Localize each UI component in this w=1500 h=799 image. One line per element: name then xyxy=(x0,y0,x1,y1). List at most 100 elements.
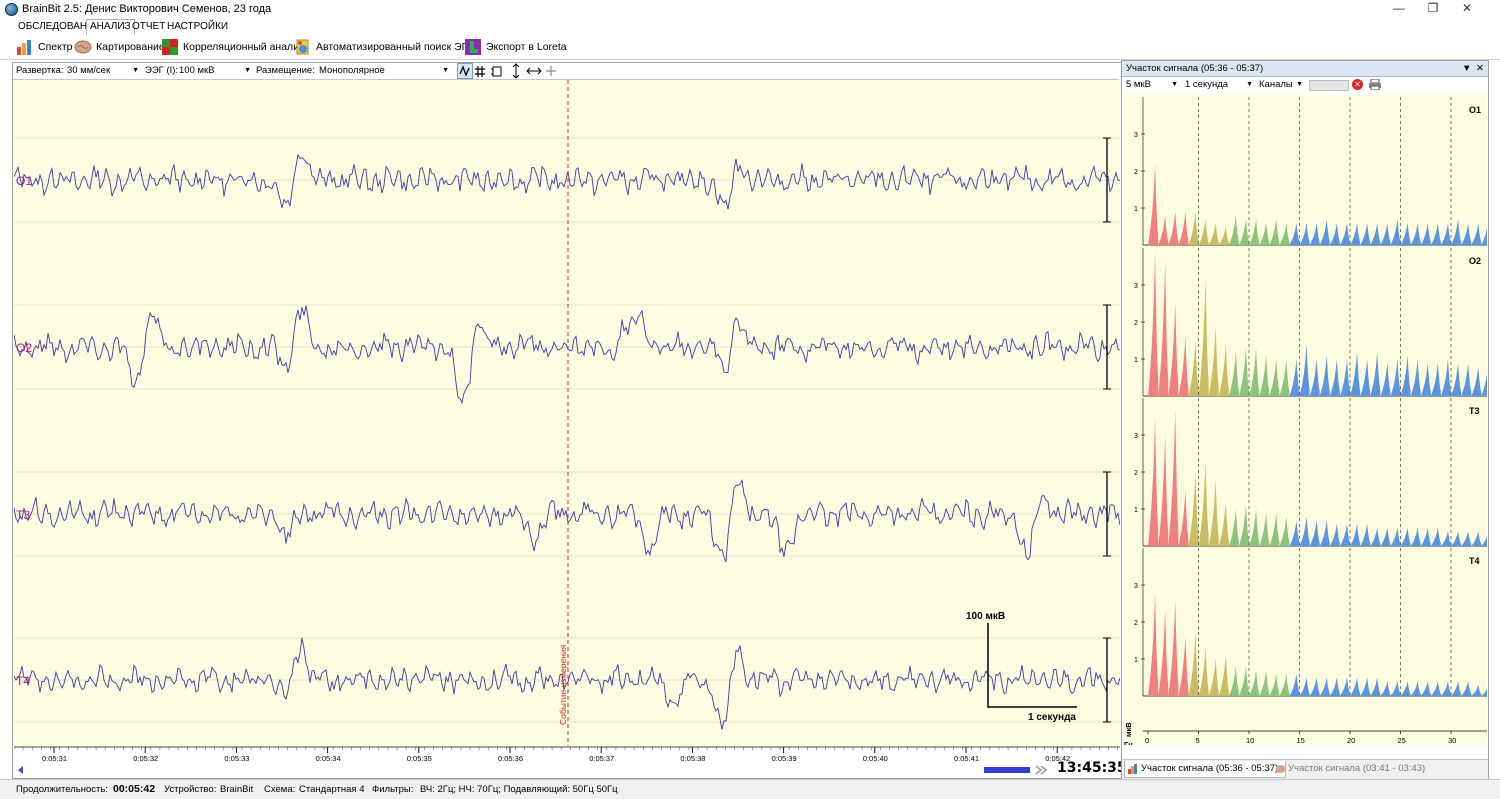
spectrum-peak-T3 xyxy=(1309,520,1320,546)
spectrum-button[interactable]: Спектр xyxy=(16,37,72,57)
app-logo-icon xyxy=(5,3,18,16)
spectrum-peak-T4 xyxy=(1158,610,1169,696)
spectrum-peak-T3 xyxy=(1440,531,1451,546)
spectrum-peak-T3 xyxy=(1188,472,1199,546)
spectrum-peak-T3 xyxy=(1430,527,1441,546)
spectrum-peak-O2 xyxy=(1208,325,1219,396)
spectrum-peak-T4 xyxy=(1228,666,1239,696)
spectrum-peak-T3 xyxy=(1178,490,1189,546)
vertical-resize-icon[interactable] xyxy=(511,63,521,79)
spectrum-peak-O2 xyxy=(1471,366,1482,396)
spectrum-panel-title: Участок сигнала (05:36 - 05:37) xyxy=(1126,63,1264,74)
spectrum-peak-T3 xyxy=(1319,520,1330,546)
event-label: Событие измерения xyxy=(558,644,568,725)
horizontal-resize-icon[interactable] xyxy=(525,63,541,79)
spectrum-y-tick: 1 xyxy=(1134,206,1138,213)
spectrum-peak-O1 xyxy=(1208,222,1219,245)
chevron-down-icon: ▼ xyxy=(1171,81,1178,88)
spectrum-amplitude-select[interactable]: 5 мкВ ▼ xyxy=(1126,78,1178,91)
duration-label: Продолжительность: xyxy=(16,784,108,795)
epi-search-button[interactable]: Автоматизированный поиск ЭПИ xyxy=(294,37,477,57)
time-tick-label: 0:05:41 xyxy=(954,754,979,763)
grid-icon[interactable] xyxy=(476,63,490,79)
spectrum-peak-T4 xyxy=(1390,681,1401,696)
horizontal-scrollbar[interactable] xyxy=(14,764,1120,776)
eeg-label: ЭЭГ (I): xyxy=(145,65,179,76)
spectrum-peak-T3 xyxy=(1400,527,1411,546)
spectrum-peak-O1 xyxy=(1238,219,1249,245)
spectrum-peak-O2 xyxy=(1228,351,1239,396)
menu-settings[interactable]: НАСТРОЙКИ xyxy=(163,19,232,35)
close-icon[interactable]: ✕ xyxy=(1450,0,1484,18)
eeg-sensitivity-select[interactable]: 100 мкВ ▼ xyxy=(179,64,251,77)
toolbar: Спектр Картирование Корреляционный анали… xyxy=(0,35,1500,60)
spectrum-peak-T4 xyxy=(1481,684,1492,696)
spectrum-peak-T4 xyxy=(1269,673,1280,696)
spectrum-peak-O2 xyxy=(1461,362,1472,396)
window-title: BrainBit 2.5: Денис Викторович Семенов, … xyxy=(22,3,272,15)
spectrum-peak-O1 xyxy=(1420,222,1431,245)
channels-select[interactable]: Каналы ▼ xyxy=(1259,78,1303,91)
time-tick-label: 0:05:36 xyxy=(498,754,523,763)
spectrum-peak-T4 xyxy=(1148,592,1159,696)
spectrum-peak-T3 xyxy=(1329,523,1340,546)
restore-icon[interactable]: ❐ xyxy=(1416,0,1450,18)
time-tick-label: 0:05:32 xyxy=(133,754,158,763)
spectrum-peak-O1 xyxy=(1168,211,1179,245)
chevron-down-icon: ▼ xyxy=(132,67,139,74)
spectrum-peak-O1 xyxy=(1481,219,1492,245)
spectrum-peak-O1 xyxy=(1370,222,1381,245)
scale-bracket xyxy=(987,623,1077,708)
chevron-down-icon: ▼ xyxy=(244,67,251,74)
spectrum-chart[interactable]: 123O1123O2123T3123T4051015202530мкВГцδθα… xyxy=(1123,95,1492,758)
spectrum-peak-T3 xyxy=(1269,512,1280,546)
spectrum-peak-T3 xyxy=(1279,516,1290,546)
spectrum-peak-O2 xyxy=(1238,347,1249,396)
spectrum-peak-O2 xyxy=(1249,347,1260,396)
mapping-button[interactable]: Картирование xyxy=(74,37,165,57)
channel-label-O1: O1 xyxy=(16,174,32,188)
spectrum-window-select[interactable]: 1 секунда ▼ xyxy=(1185,78,1253,91)
spectrum-peak-T4 xyxy=(1430,681,1441,696)
frame-icon[interactable] xyxy=(491,63,505,79)
spectrum-peak-O2 xyxy=(1350,351,1361,396)
fast-forward-icon[interactable] xyxy=(1034,764,1048,776)
spectrum-peak-T4 xyxy=(1188,633,1199,696)
time-tick-label: 0:05:35 xyxy=(407,754,432,763)
spectrum-peak-O1 xyxy=(1218,226,1229,245)
tab-segment-1[interactable]: Участок сигнала (05:36 - 05:37) xyxy=(1124,761,1286,778)
minimize-icon[interactable]: — xyxy=(1382,0,1416,18)
spectrum-peak-T4 xyxy=(1420,681,1431,696)
spectrum-peak-T3 xyxy=(1451,531,1462,546)
waveform-mode-icon[interactable] xyxy=(458,63,474,79)
spectrum-panel: Участок сигнала (05:36 - 05:37) ▼ ✕ 5 мк… xyxy=(1121,60,1492,779)
loreta-export-button[interactable]: Экспорт в Loreta xyxy=(464,37,567,57)
spectrum-peak-O1 xyxy=(1360,222,1371,245)
brain-icon xyxy=(1275,764,1286,774)
spectrum-peak-O2 xyxy=(1481,362,1492,396)
spectrum-x-tick: 20 xyxy=(1347,736,1355,745)
spectrum-peak-O1 xyxy=(1188,211,1199,245)
spectrum-peak-O1 xyxy=(1299,222,1310,245)
spectrum-peak-O1 xyxy=(1279,222,1290,245)
spectrum-peak-T3 xyxy=(1238,505,1249,546)
eeg-chart[interactable]: O1 O2 T3 T4 Событие измерения 100 мкВ 1 секунд… xyxy=(13,80,1121,746)
spectrum-peak-T3 xyxy=(1249,509,1260,546)
spectrum-y-tick: 2 xyxy=(1134,470,1138,477)
scroll-left-icon[interactable] xyxy=(14,764,26,776)
scroll-thumb[interactable] xyxy=(983,764,1031,776)
clear-icon[interactable]: ✕ xyxy=(1352,79,1363,90)
spectrum-peak-T4 xyxy=(1168,599,1179,696)
sweep-select[interactable]: 30 мм/сек ▼ xyxy=(67,64,139,77)
spectrum-window-value: 1 секунда xyxy=(1185,79,1229,90)
scheme-label: Схема: xyxy=(264,784,296,795)
montage-select[interactable]: Монополярное ▼ xyxy=(319,64,449,77)
spectrum-peak-T4 xyxy=(1218,655,1229,696)
crosshair-icon[interactable] xyxy=(544,63,558,79)
tab-segment-2[interactable]: Участок сигнала (03:41 - 03:43) xyxy=(1272,761,1494,777)
spectrum-peak-T3 xyxy=(1390,527,1401,546)
correlation-button[interactable]: Корреляционный анализ xyxy=(161,37,304,57)
pin-icon[interactable]: ▼ xyxy=(1462,61,1471,76)
panel-close-icon[interactable]: ✕ xyxy=(1476,61,1484,76)
print-icon[interactable] xyxy=(1369,78,1381,91)
